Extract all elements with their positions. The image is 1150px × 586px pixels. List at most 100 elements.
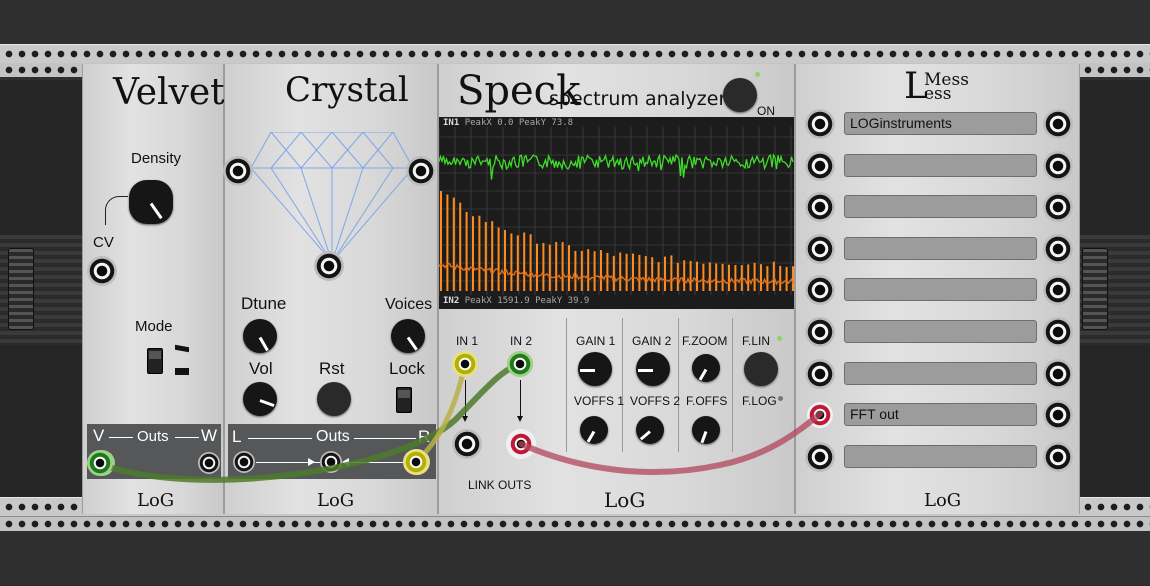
lessmess-label-field[interactable] bbox=[844, 236, 1037, 260]
lessmess-label-field[interactable] bbox=[844, 361, 1037, 385]
cable-end-crystal-yellow[interactable] bbox=[403, 449, 429, 475]
lessmess-label-field[interactable] bbox=[844, 320, 1037, 343]
voffs1-knob[interactable] bbox=[580, 416, 608, 444]
outs-line-left bbox=[109, 437, 133, 438]
spectrum-plot bbox=[439, 127, 794, 295]
crystal-diamond-graphic bbox=[251, 132, 413, 263]
lessmess-in-jack[interactable] bbox=[805, 317, 835, 347]
crystal-left-jack[interactable] bbox=[223, 156, 253, 186]
lessmess-label-field[interactable] bbox=[844, 278, 1037, 302]
control-divider-1 bbox=[566, 318, 567, 452]
lessmess-label-field[interactable]: LOGinstruments bbox=[844, 112, 1037, 135]
lock-switch[interactable] bbox=[396, 387, 412, 413]
lessmess-title-ess: ess bbox=[924, 84, 952, 104]
lessmess-in-jack[interactable] bbox=[805, 109, 835, 139]
voffs2-knob[interactable] bbox=[636, 416, 664, 444]
gain1-label: GAIN 1 bbox=[576, 334, 616, 348]
foffs-knob[interactable] bbox=[692, 416, 720, 444]
voices-label: Voices bbox=[385, 296, 433, 313]
lessmess-out-jack[interactable] bbox=[1043, 317, 1073, 347]
on-button[interactable] bbox=[723, 78, 757, 112]
velvet-module: Velvet Density CV Mode V Outs W LoG bbox=[82, 64, 225, 514]
in1-spectrum-trace bbox=[439, 153, 794, 180]
lessmess-out-jack[interactable] bbox=[1043, 441, 1073, 472]
on-label: ON bbox=[757, 104, 775, 118]
lessmess-out-jack[interactable] bbox=[1043, 400, 1073, 431]
crystal-bottom-jack[interactable] bbox=[314, 251, 344, 281]
density-label: Density bbox=[131, 150, 182, 167]
gain2-knob[interactable] bbox=[636, 352, 670, 386]
lessmess-label-field[interactable] bbox=[844, 195, 1037, 219]
rst-button[interactable] bbox=[317, 382, 351, 416]
velvet-logo: LoG bbox=[137, 490, 175, 511]
voices-knob[interactable] bbox=[391, 319, 425, 353]
mode-indicator-icon bbox=[175, 344, 189, 376]
vol-label: Vol bbox=[249, 359, 273, 378]
in2-peakx: PeakX 1591.9 bbox=[464, 296, 530, 306]
gain1-knob[interactable] bbox=[578, 352, 612, 386]
density-knob[interactable] bbox=[129, 180, 173, 224]
crystal-out-mid-jack[interactable] bbox=[320, 451, 342, 473]
control-divider-4 bbox=[732, 318, 733, 452]
on-led bbox=[755, 72, 760, 77]
lessmess-label-field[interactable]: FFT out bbox=[844, 403, 1037, 427]
outs-w-label: W bbox=[201, 426, 218, 445]
lessmess-in-jack[interactable] bbox=[805, 150, 835, 181]
mode-label: Mode bbox=[135, 318, 173, 335]
flin-label: F.LIN bbox=[742, 334, 771, 348]
right-ribbon-connector bbox=[1082, 248, 1108, 330]
link-arrow-1-head-icon bbox=[462, 416, 468, 422]
lessmess-in-jack[interactable] bbox=[805, 441, 835, 472]
mode-switch[interactable] bbox=[147, 348, 163, 374]
lessmess-in-jack[interactable] bbox=[805, 233, 835, 264]
lessmess-label-field[interactable] bbox=[844, 153, 1037, 177]
outs-line-right bbox=[175, 437, 199, 438]
lock-label: Lock bbox=[389, 359, 425, 378]
outs-arrow-line-2 bbox=[344, 462, 406, 463]
lessmess-out-jack[interactable] bbox=[1043, 109, 1073, 139]
link-out2-jack-red[interactable] bbox=[506, 429, 536, 459]
input2-label: IN 2 bbox=[510, 334, 533, 348]
vol-knob[interactable] bbox=[243, 382, 277, 416]
crystal-out-l-jack[interactable] bbox=[233, 451, 255, 473]
input1-label: IN 1 bbox=[456, 334, 479, 348]
in2-label: IN2 bbox=[443, 296, 460, 306]
outs-arrow-icon-2 bbox=[342, 458, 349, 466]
rst-label: Rst bbox=[319, 359, 345, 378]
in1-readout: IN1 PeakX 0.0 PeakY 73.8 bbox=[443, 118, 573, 128]
crystal-right-jack[interactable] bbox=[406, 156, 436, 186]
cable-end-in1-yellow[interactable] bbox=[452, 351, 478, 377]
cv-arrow-icon bbox=[105, 196, 128, 225]
dtune-knob[interactable] bbox=[243, 319, 277, 353]
foffs-label: F.OFFS bbox=[686, 394, 728, 408]
speck-controls: IN 1 IN 2 LINK OUTS GAIN 1 GAIN 2 F.ZOOM… bbox=[438, 312, 795, 512]
lessmess-out-jack[interactable] bbox=[1043, 233, 1073, 264]
lessmess-in-jack[interactable] bbox=[805, 358, 835, 389]
outs-w-jack[interactable] bbox=[198, 452, 220, 474]
lessmess-in-jack-red[interactable] bbox=[807, 402, 833, 429]
crystal-outs-panel: L Outs R bbox=[228, 424, 436, 479]
control-divider-3 bbox=[678, 318, 679, 452]
fzoom-knob[interactable] bbox=[692, 354, 720, 382]
cv-input-jack[interactable] bbox=[87, 256, 117, 286]
lessmess-out-jack[interactable] bbox=[1043, 192, 1073, 223]
top-rack-rail bbox=[0, 44, 1150, 64]
lessmess-out-jack[interactable] bbox=[1043, 150, 1073, 181]
lessmess-label-field[interactable] bbox=[844, 444, 1037, 468]
link-arrow-2 bbox=[520, 380, 521, 420]
cable-end-velvet-green[interactable] bbox=[87, 450, 113, 476]
fzoom-label: F.ZOOM bbox=[682, 334, 728, 348]
voffs1-label: VOFFS 1 bbox=[574, 394, 625, 408]
lessmess-in-jack[interactable] bbox=[805, 192, 835, 223]
in2-readout: IN2 PeakX 1591.9 PeakY 39.9 bbox=[443, 296, 589, 306]
crystal-module: Crystal Dtune Voices Vol Rst Lock L Outs bbox=[223, 64, 438, 514]
link-arrow-2-head-icon bbox=[517, 416, 523, 422]
gain2-label: GAIN 2 bbox=[632, 334, 672, 348]
lessmess-out-jack[interactable] bbox=[1043, 358, 1073, 389]
flin-flog-button[interactable] bbox=[744, 352, 778, 386]
link-out1-jack[interactable] bbox=[452, 429, 482, 459]
left-ribbon-connector bbox=[8, 248, 34, 330]
cable-end-in2-green[interactable] bbox=[507, 351, 533, 377]
in2-peaky: PeakY 39.9 bbox=[535, 296, 590, 306]
dtune-label: Dtune bbox=[241, 294, 287, 313]
